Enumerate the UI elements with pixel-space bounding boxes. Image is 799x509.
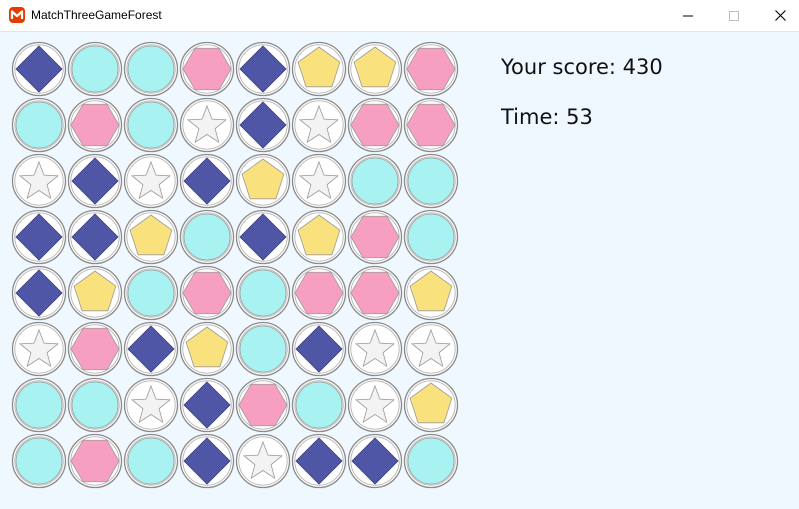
gem-tile-star[interactable] (403, 321, 459, 377)
gem-tile-circle[interactable] (235, 265, 291, 321)
gem-tile-diamond[interactable] (291, 433, 347, 489)
maximize-icon (729, 10, 739, 21)
gem-tile-pentagon[interactable] (67, 265, 123, 321)
gem-tile-pentagon[interactable] (235, 153, 291, 209)
gem-tile-circle[interactable] (403, 209, 459, 265)
gem-tile-circle[interactable] (11, 433, 67, 489)
gem-tile-hexagon[interactable] (179, 265, 235, 321)
gem-tile-diamond[interactable] (347, 433, 403, 489)
gem-tile-hexagon[interactable] (291, 265, 347, 321)
monogame-logo-icon (9, 7, 25, 23)
gem-tile-diamond[interactable] (179, 153, 235, 209)
gem-tile-circle[interactable] (403, 433, 459, 489)
gem-tile-pentagon[interactable] (123, 209, 179, 265)
gem-tile-hexagon[interactable] (347, 97, 403, 153)
time-label: Time: 53 (501, 105, 593, 129)
gem-tile-diamond[interactable] (11, 41, 67, 97)
title-bar[interactable]: MatchThreeGameForest (0, 0, 799, 32)
gem-tile-circle[interactable] (403, 153, 459, 209)
gem-tile-diamond[interactable] (179, 433, 235, 489)
circle-gem-icon (351, 157, 399, 205)
circle-gem-icon (407, 157, 455, 205)
gem-tile-star[interactable] (11, 321, 67, 377)
gem-tile-circle[interactable] (179, 209, 235, 265)
gem-tile-diamond[interactable] (67, 209, 123, 265)
circle-gem-icon (295, 381, 343, 429)
gem-tile-star[interactable] (11, 153, 67, 209)
gem-tile-star[interactable] (347, 377, 403, 433)
gem-tile-circle[interactable] (67, 41, 123, 97)
gem-tile-star[interactable] (123, 377, 179, 433)
window-title: MatchThreeGameForest (31, 8, 162, 22)
gem-tile-pentagon[interactable] (347, 41, 403, 97)
gem-tile-hexagon[interactable] (235, 377, 291, 433)
gem-tile-hexagon[interactable] (67, 97, 123, 153)
circle-gem-icon (71, 381, 119, 429)
circle-gem-icon (15, 381, 63, 429)
gem-tile-hexagon[interactable] (347, 209, 403, 265)
circle-gem-icon (71, 45, 119, 93)
gem-tile-star[interactable] (291, 97, 347, 153)
circle-gem-icon (407, 213, 455, 261)
circle-gem-icon (127, 101, 175, 149)
gem-tile-circle[interactable] (123, 265, 179, 321)
circle-gem-icon (183, 213, 231, 261)
gem-tile-hexagon[interactable] (347, 265, 403, 321)
gem-tile-diamond[interactable] (291, 321, 347, 377)
circle-gem-icon (127, 437, 175, 485)
circle-gem-icon (407, 437, 455, 485)
minimize-button[interactable] (665, 0, 711, 31)
gem-tile-circle[interactable] (235, 321, 291, 377)
gem-tile-circle[interactable] (11, 377, 67, 433)
gem-tile-circle[interactable] (123, 433, 179, 489)
score-label: Your score: 430 (501, 55, 663, 79)
gem-tile-diamond[interactable] (235, 41, 291, 97)
gem-tile-pentagon[interactable] (403, 377, 459, 433)
gem-tile-pentagon[interactable] (179, 321, 235, 377)
gem-tile-star[interactable] (179, 97, 235, 153)
gem-tile-star[interactable] (235, 433, 291, 489)
circle-gem-icon (15, 101, 63, 149)
gem-tile-hexagon[interactable] (67, 433, 123, 489)
gem-tile-circle[interactable] (67, 377, 123, 433)
gem-tile-circle[interactable] (347, 153, 403, 209)
game-board[interactable] (0, 32, 470, 509)
close-icon (774, 10, 786, 21)
circle-gem-icon (15, 437, 63, 485)
gem-tile-circle[interactable] (291, 377, 347, 433)
gem-tile-star[interactable] (347, 321, 403, 377)
gem-tile-pentagon[interactable] (403, 265, 459, 321)
gem-tile-star[interactable] (123, 153, 179, 209)
gem-tile-diamond[interactable] (235, 97, 291, 153)
circle-gem-icon (127, 269, 175, 317)
gem-tile-hexagon[interactable] (403, 97, 459, 153)
gem-tile-diamond[interactable] (235, 209, 291, 265)
circle-gem-icon (239, 269, 287, 317)
game-window: MatchThreeGameForest Your score: 430 Tim… (0, 0, 799, 509)
gem-tile-hexagon[interactable] (403, 41, 459, 97)
circle-gem-icon (239, 325, 287, 373)
gem-tile-circle[interactable] (123, 97, 179, 153)
close-button[interactable] (757, 0, 799, 31)
gem-tile-circle[interactable] (123, 41, 179, 97)
gem-tile-hexagon[interactable] (179, 41, 235, 97)
gem-tile-pentagon[interactable] (291, 41, 347, 97)
maximize-button[interactable] (711, 0, 757, 31)
gem-tile-diamond[interactable] (11, 209, 67, 265)
gem-tile-hexagon[interactable] (67, 321, 123, 377)
gem-tile-diamond[interactable] (179, 377, 235, 433)
gem-tile-diamond[interactable] (11, 265, 67, 321)
gem-tile-star[interactable] (291, 153, 347, 209)
gem-tile-diamond[interactable] (123, 321, 179, 377)
minimize-icon (683, 15, 693, 16)
circle-gem-icon (127, 45, 175, 93)
gem-tile-circle[interactable] (11, 97, 67, 153)
gem-tile-pentagon[interactable] (291, 209, 347, 265)
gem-tile-diamond[interactable] (67, 153, 123, 209)
